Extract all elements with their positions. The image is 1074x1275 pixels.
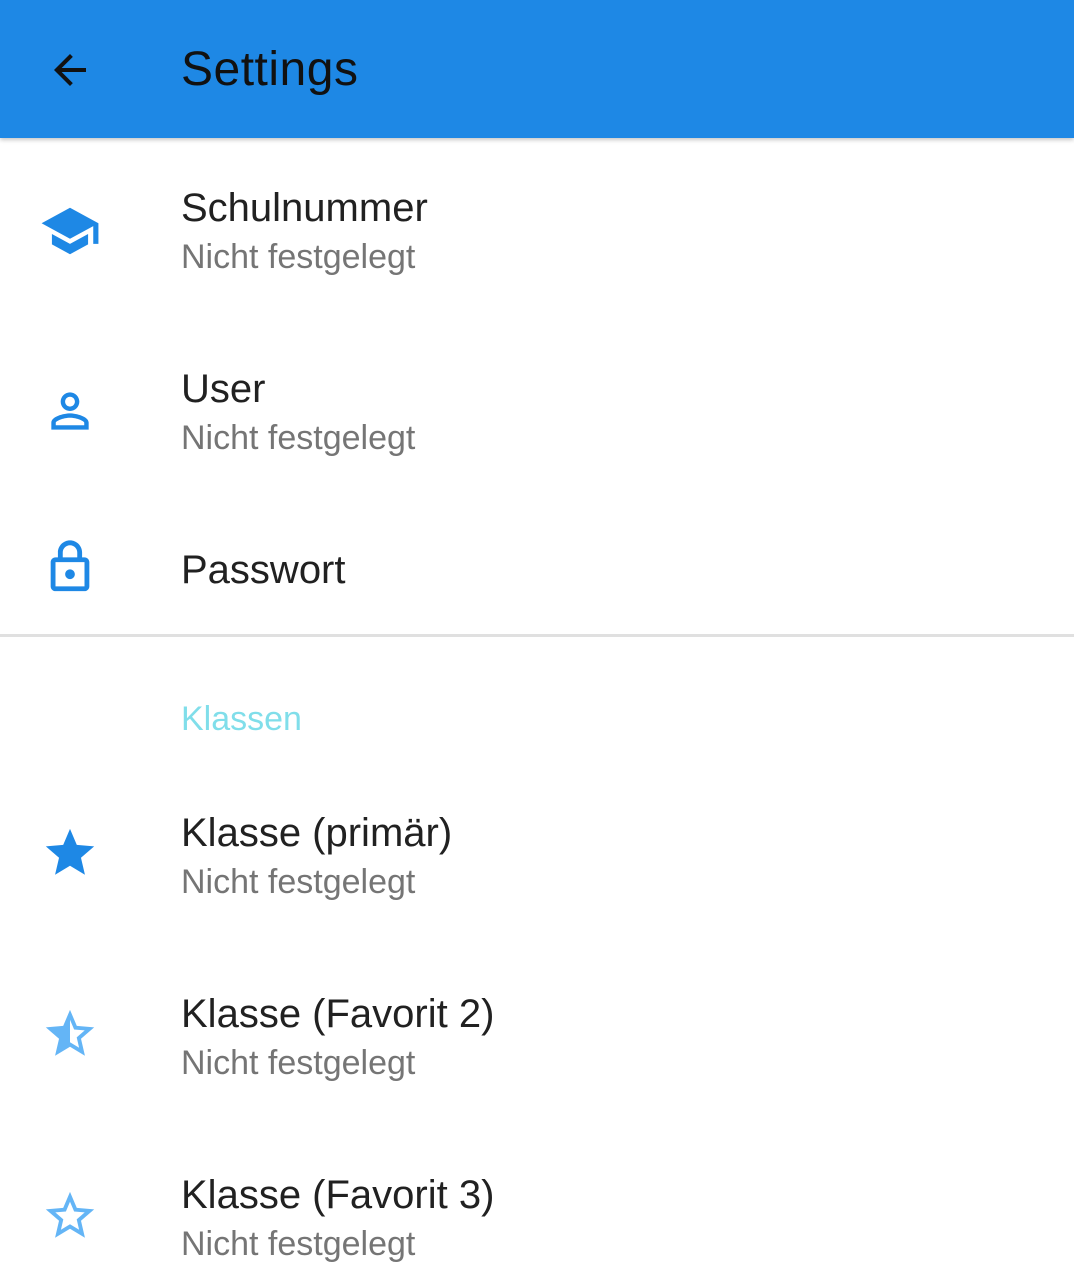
app-bar: Settings [0,0,1074,138]
setting-subtitle: Nicht festgelegt [181,1225,416,1263]
back-button[interactable] [30,30,110,110]
lock-icon [36,533,104,601]
setting-user[interactable]: User Nicht festgelegt [0,319,1074,500]
setting-title: Klasse (Favorit 3) [181,1173,495,1217]
school-icon [36,197,104,265]
setting-passwort[interactable]: Passwort [0,500,1074,634]
page-title: Settings [181,43,359,96]
person-outline-icon [36,377,104,445]
section-header-klassen: Klassen [181,700,302,738]
star-filled-icon [36,819,104,887]
setting-klasse-primaer[interactable]: Klasse (primär) Nicht festgelegt [0,763,1074,944]
section-divider [0,634,1074,637]
setting-klasse-favorit-3[interactable]: Klasse (Favorit 3) Nicht festgelegt [0,1125,1074,1275]
star-outline-icon [36,1182,104,1250]
setting-subtitle: Nicht festgelegt [181,1044,416,1082]
setting-subtitle: Nicht festgelegt [181,419,416,457]
arrow-back-icon [54,54,86,86]
setting-title: Passwort [181,548,346,592]
setting-title: Klasse (primär) [181,811,453,855]
setting-subtitle: Nicht festgelegt [181,238,416,276]
setting-title: User [181,367,266,411]
setting-schulnummer[interactable]: Schulnummer Nicht festgelegt [0,138,1074,319]
setting-title: Klasse (Favorit 2) [181,992,495,1036]
star-half-icon [36,1000,104,1068]
setting-klasse-favorit-2[interactable]: Klasse (Favorit 2) Nicht festgelegt [0,944,1074,1125]
setting-title: Schulnummer [181,186,428,230]
setting-subtitle: Nicht festgelegt [181,863,416,901]
